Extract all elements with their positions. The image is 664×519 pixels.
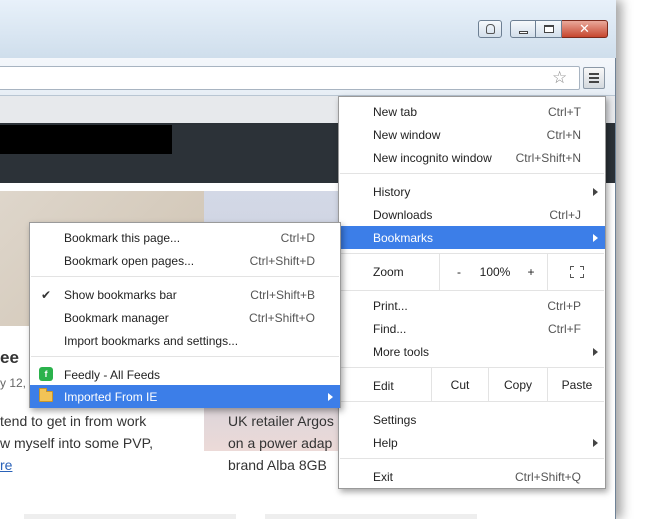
menu-item-print[interactable]: Print... Ctrl+P	[339, 294, 605, 317]
close-icon: ✕	[579, 21, 590, 37]
menu-item-bookmarks[interactable]: Bookmarks	[339, 226, 605, 249]
maximize-button[interactable]	[536, 20, 562, 38]
menu-item-find[interactable]: Find... Ctrl+F	[339, 317, 605, 340]
profile-button[interactable]	[478, 20, 502, 38]
show-bookmarks-bar-item[interactable]: ✔ Show bookmarks bar Ctrl+Shift+B	[30, 283, 340, 306]
minimize-button[interactable]	[510, 20, 536, 38]
paste-button[interactable]: Paste	[548, 368, 606, 401]
menu-item-settings[interactable]: Settings	[339, 408, 605, 431]
menu-item-help[interactable]: Help	[339, 431, 605, 454]
feedly-icon: f	[39, 367, 53, 381]
address-bar[interactable]: ☆	[0, 66, 580, 90]
menu-separator	[31, 276, 339, 277]
menu-item-new-tab[interactable]: New tab Ctrl+T	[339, 100, 605, 123]
article-text-line: on a power adap	[228, 435, 333, 451]
article-text-line: tend to get in from work	[0, 413, 147, 429]
menu-item-history[interactable]: History	[339, 180, 605, 203]
redacted-block	[0, 125, 172, 154]
bookmark-open-pages-item[interactable]: Bookmark open pages... Ctrl+Shift+D	[30, 249, 340, 272]
browser-toolbar: ☆	[0, 58, 615, 96]
bookmark-folder-imported-from-ie[interactable]: Imported From IE	[30, 385, 340, 408]
menu-item-more-tools[interactable]: More tools	[339, 340, 605, 363]
menu-separator	[31, 356, 339, 357]
menu-item-new-incognito-window[interactable]: New incognito window Ctrl+Shift+N	[339, 146, 605, 169]
menu-separator	[340, 173, 604, 174]
close-button[interactable]: ✕	[562, 20, 608, 38]
title-bar: ✕	[0, 0, 616, 58]
bookmark-manager-item[interactable]: Bookmark manager Ctrl+Shift+O	[30, 306, 340, 329]
zoom-level: 100%	[479, 265, 511, 279]
bookmark-this-page-item[interactable]: Bookmark this page... Ctrl+D	[30, 226, 340, 249]
submenu-arrow-icon	[593, 438, 598, 447]
read-more-link[interactable]: re	[0, 457, 12, 473]
menu-item-downloads[interactable]: Downloads Ctrl+J	[339, 203, 605, 226]
submenu-arrow-icon	[593, 233, 598, 242]
bookmark-star-icon[interactable]: ☆	[552, 68, 567, 88]
submenu-arrow-icon	[328, 392, 333, 401]
zoom-in-button[interactable]: +	[519, 255, 543, 289]
copy-button[interactable]: Copy	[489, 368, 547, 401]
bookmarks-submenu: Bookmark this page... Ctrl+D Bookmark op…	[29, 222, 341, 408]
content-card-edge	[24, 514, 236, 519]
import-bookmarks-item[interactable]: Import bookmarks and settings...	[30, 329, 340, 352]
fullscreen-button[interactable]	[551, 255, 603, 289]
maximize-icon	[543, 25, 554, 33]
submenu-arrow-icon	[593, 347, 598, 356]
menu-item-new-window[interactable]: New window Ctrl+N	[339, 123, 605, 146]
chrome-menu-button[interactable]	[583, 67, 605, 89]
user-icon	[485, 24, 495, 34]
article-text-line: w myself into some PVP,	[0, 435, 154, 451]
chrome-main-menu: New tab Ctrl+T New window Ctrl+N New inc…	[338, 96, 606, 489]
article-text-line: brand Alba 8GB	[228, 457, 327, 473]
menu-item-exit[interactable]: Exit Ctrl+Shift+Q	[339, 465, 605, 488]
bookmark-feedly[interactable]: f Feedly - All Feeds	[30, 363, 340, 386]
article-title-fragment[interactable]: ee	[0, 348, 19, 368]
minimize-icon	[518, 30, 528, 34]
hamburger-menu-icon	[589, 73, 599, 75]
folder-icon	[39, 388, 53, 402]
fullscreen-icon	[570, 266, 584, 278]
content-card-edge	[265, 514, 477, 519]
menu-separator	[340, 458, 604, 459]
checkmark-icon: ✔	[41, 287, 52, 302]
article-text-line: UK retailer Argos	[228, 413, 334, 429]
submenu-arrow-icon	[593, 187, 598, 196]
zoom-out-button[interactable]: -	[447, 255, 471, 289]
menu-separator	[340, 290, 604, 291]
menu-separator	[340, 401, 604, 402]
menu-separator	[340, 253, 604, 254]
cut-button[interactable]: Cut	[432, 368, 488, 401]
